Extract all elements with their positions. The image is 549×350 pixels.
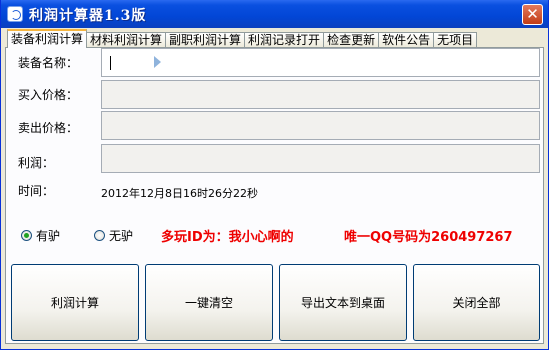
radio-with-donkey[interactable]: 有驴 — [21, 227, 60, 244]
clear-all-button[interactable]: 一键清空 — [145, 264, 273, 341]
radio-without-donkey-label: 无驴 — [109, 229, 134, 243]
radio-checked-icon — [21, 230, 32, 241]
tab-sidejob-profit[interactable]: 副职利润计算 — [165, 32, 246, 48]
duowan-id-text: 多玩ID为：我小心啊的 — [161, 230, 294, 245]
time-value: 2012年12月8日16时26分22秒 — [101, 187, 258, 200]
radio-with-donkey-label: 有驴 — [36, 229, 61, 243]
profit-output[interactable] — [101, 144, 540, 173]
tab-strip: 装备利润计算 材料利润计算 副职利润计算 利润记录打开 检查更新 软件公告 无项… — [7, 29, 478, 48]
close-all-button[interactable]: 关闭全部 — [413, 264, 540, 341]
time-label: 时间： — [18, 184, 55, 198]
title-bar[interactable]: 利润计算器1.3版 ✕ — [1, 0, 548, 28]
calculate-profit-button[interactable]: 利润计算 — [11, 264, 139, 341]
buy-price-label: 买入价格： — [18, 88, 79, 102]
qq-number-text: 唯一QQ号码为260497267 — [344, 230, 513, 245]
tab-no-item[interactable]: 无项目 — [433, 32, 478, 48]
tab-profit-records[interactable]: 利润记录打开 — [244, 32, 325, 48]
export-to-desktop-button[interactable]: 导出文本到桌面 — [279, 264, 407, 341]
close-icon[interactable]: ✕ — [522, 4, 543, 25]
app-icon — [7, 6, 23, 22]
tab-panel: 装备名称： 买入价格： 卖出价格： 利润： 时间： 2012年12月8日16时2… — [5, 47, 544, 344]
radio-without-donkey[interactable]: 无驴 — [94, 227, 133, 244]
window-title: 利润计算器1.3版 — [29, 8, 147, 24]
tab-equipment-profit[interactable]: 装备利润计算 — [7, 29, 88, 48]
sell-price-label: 卖出价格： — [18, 121, 79, 135]
sell-price-input[interactable] — [101, 111, 540, 140]
cursor-icon — [154, 56, 161, 68]
text-caret — [110, 56, 111, 70]
item-name-label: 装备名称： — [18, 56, 79, 70]
profit-label: 利润： — [18, 156, 55, 170]
app-window: 利润计算器1.3版 ✕ 装备利润计算 材料利润计算 副职利润计算 利润记录打开 … — [0, 0, 549, 350]
tab-check-update[interactable]: 检查更新 — [323, 32, 380, 48]
tab-announcement[interactable]: 软件公告 — [378, 32, 435, 48]
item-name-input[interactable] — [101, 48, 540, 77]
buy-price-input[interactable] — [101, 80, 540, 109]
tab-material-profit[interactable]: 材料利润计算 — [86, 32, 167, 48]
radio-unchecked-icon — [94, 230, 105, 241]
